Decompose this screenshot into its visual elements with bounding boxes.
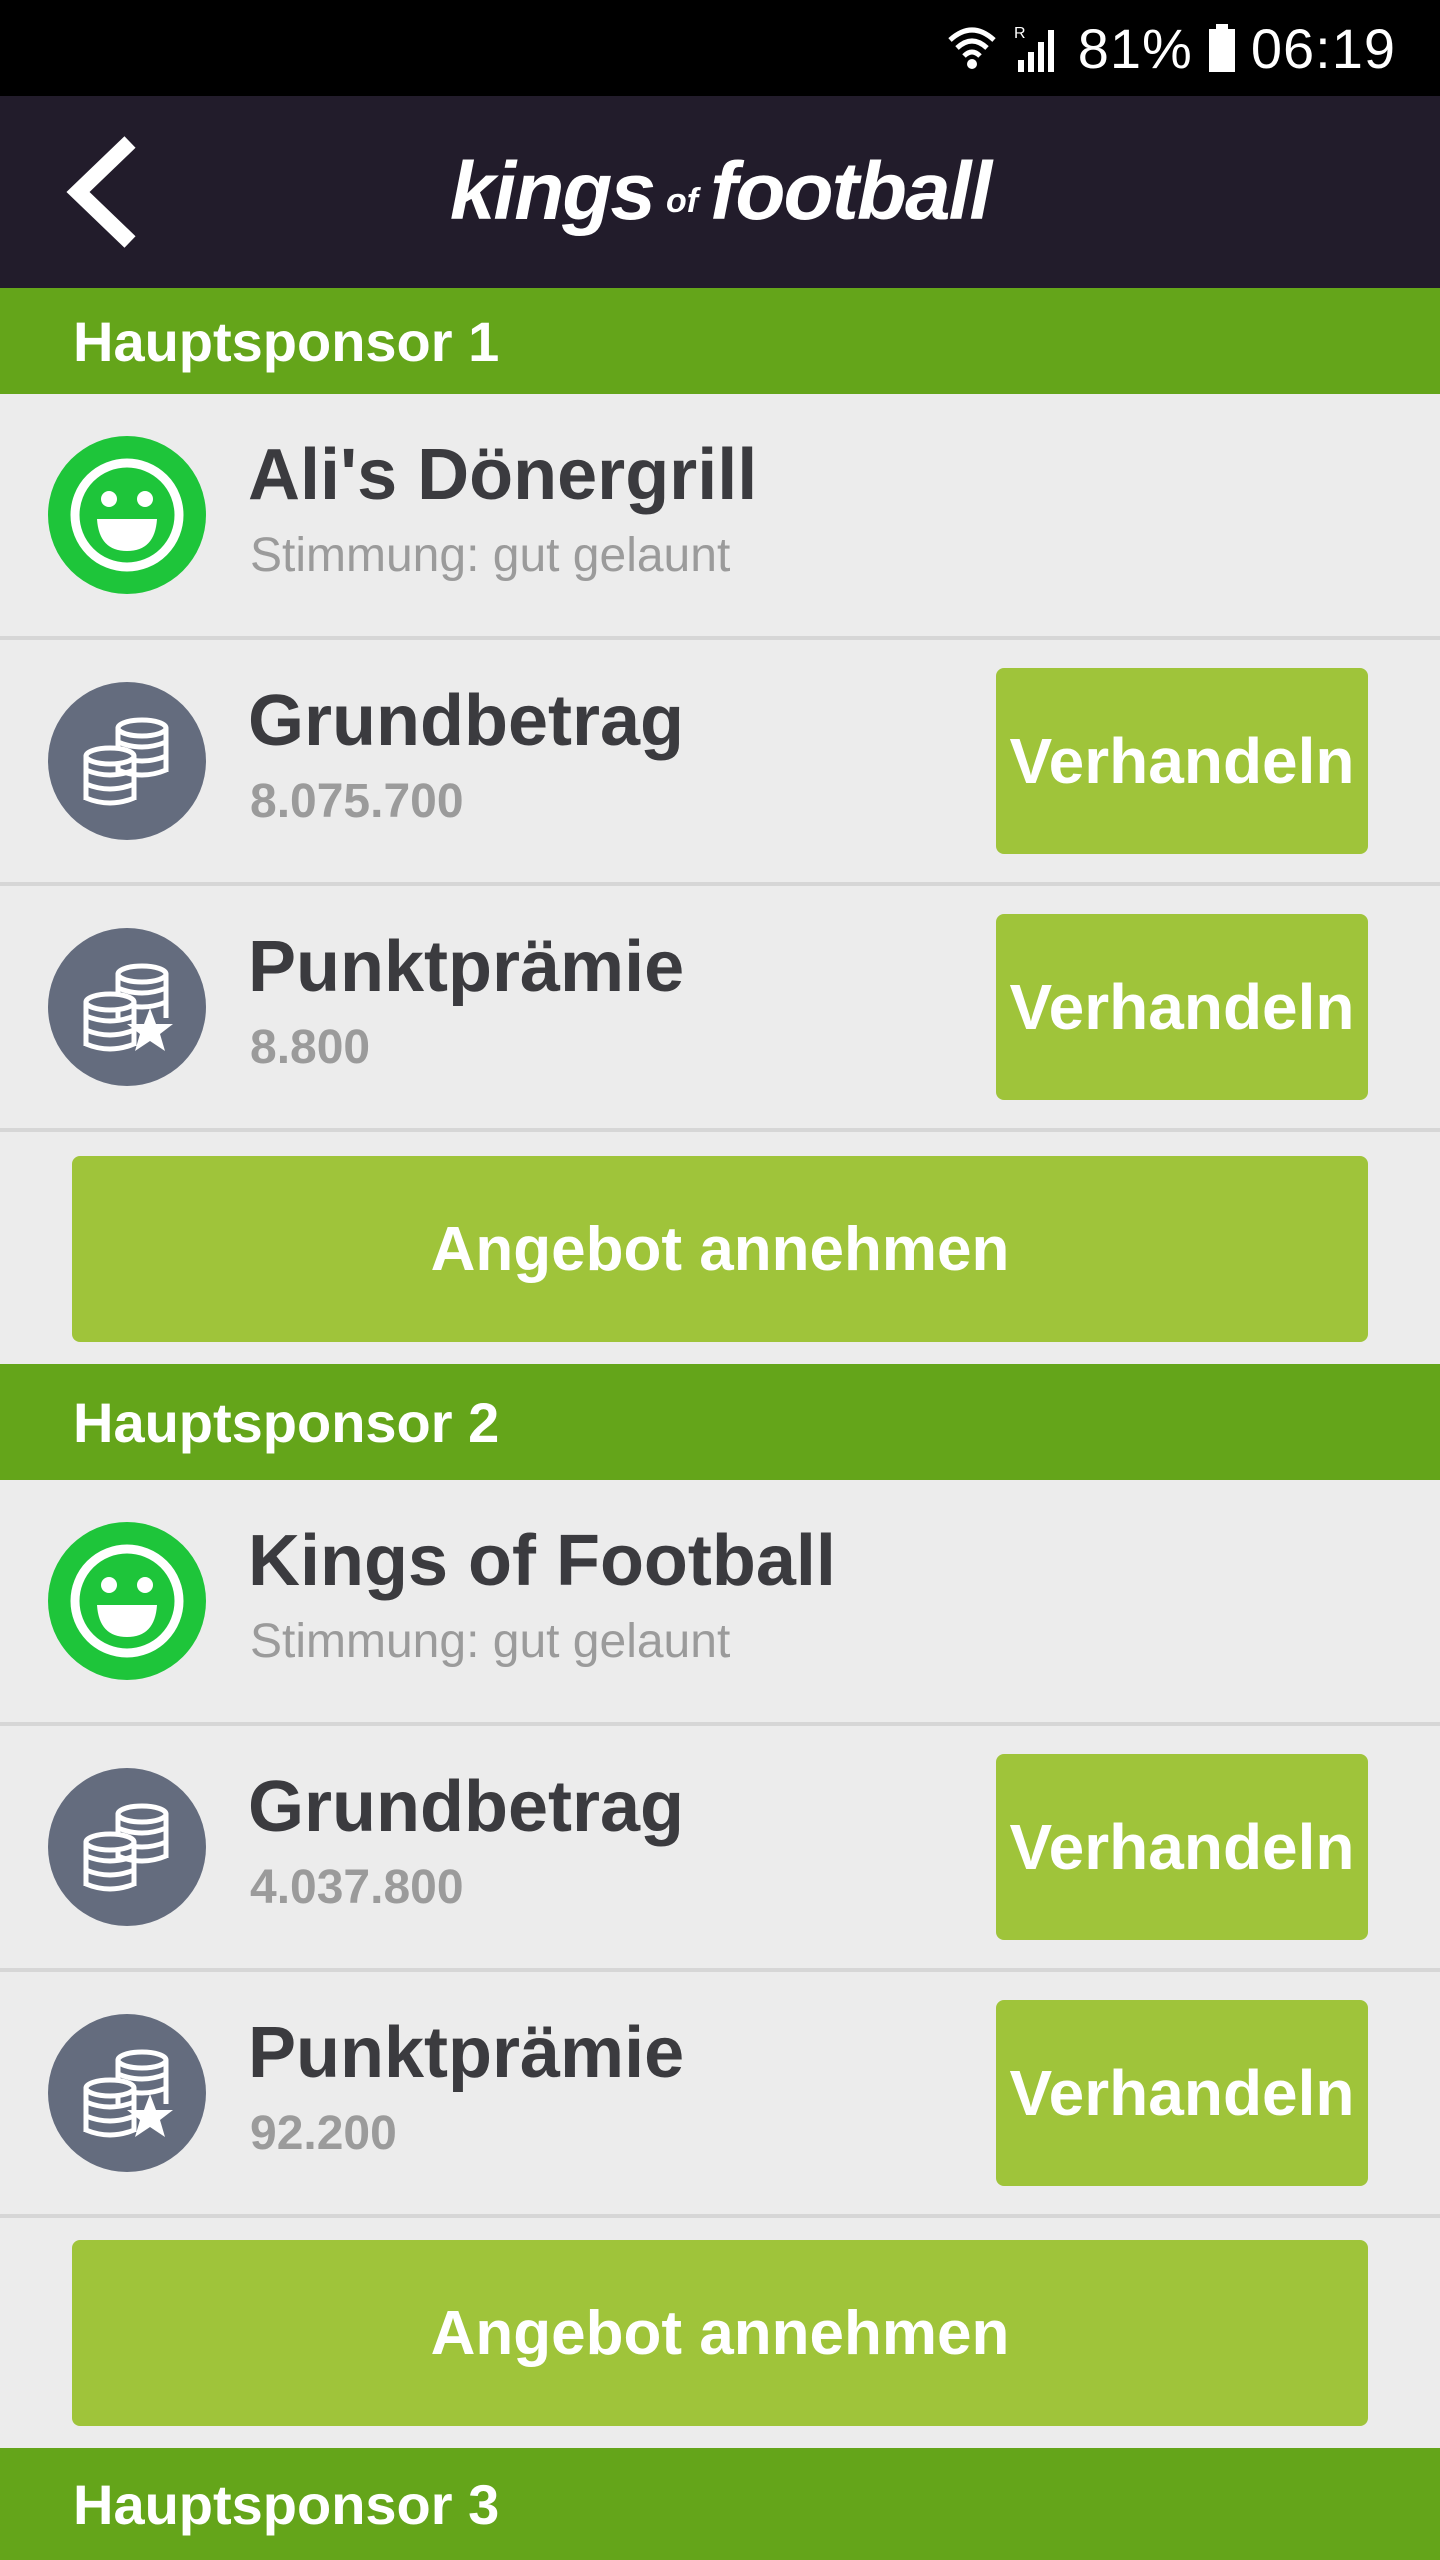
sponsor-mood: Stimmung: gut gelaunt bbox=[250, 529, 731, 582]
battery-percent: 81% bbox=[1077, 16, 1193, 80]
logo-word-of: of bbox=[666, 181, 699, 220]
happy-face-icon bbox=[48, 436, 206, 594]
base-amount-row: Grundbetrag 4.037.800 Verhandeln bbox=[0, 1726, 1440, 1972]
logo-word-football: football bbox=[710, 146, 992, 237]
point-bonus-value: 8.800 bbox=[250, 1021, 371, 1074]
section-header-sponsor-1: Hauptsponsor 1 bbox=[0, 288, 1440, 394]
section-header-sponsor-2: Hauptsponsor 2 bbox=[0, 1364, 1440, 1480]
battery-icon bbox=[1207, 22, 1237, 74]
coins-star-icon bbox=[48, 2014, 206, 2172]
sponsor-info-row: Kings of Football Stimmung: gut gelaunt bbox=[0, 1480, 1440, 1726]
base-amount-label: Grundbetrag bbox=[248, 1767, 685, 1847]
section-header-sponsor-3: Hauptsponsor 3 bbox=[0, 2448, 1440, 2560]
point-bonus-row: Punktprämie 8.800 Verhandeln bbox=[0, 886, 1440, 1132]
sponsor-name: Ali's Dönergrill bbox=[248, 435, 758, 515]
wifi-icon bbox=[946, 22, 998, 74]
point-bonus-row: Punktprämie 92.200 Verhandeln bbox=[0, 1972, 1440, 2218]
section-title: Hauptsponsor 2 bbox=[73, 1390, 500, 1454]
happy-face-icon bbox=[48, 1522, 206, 1680]
sponsor-mood: Stimmung: gut gelaunt bbox=[250, 1615, 731, 1668]
coins-icon bbox=[48, 682, 206, 840]
base-amount-value: 4.037.800 bbox=[250, 1861, 464, 1914]
base-amount-row: Grundbetrag 8.075.700 Verhandeln bbox=[0, 640, 1440, 886]
point-bonus-label: Punktprämie bbox=[248, 2013, 685, 2093]
negotiate-bonus-button[interactable]: Verhandeln bbox=[996, 2000, 1368, 2186]
base-amount-label: Grundbetrag bbox=[248, 681, 685, 761]
base-amount-value: 8.075.700 bbox=[250, 775, 464, 828]
status-indicators: R 81% 06:19 bbox=[946, 0, 1396, 96]
clock: 06:19 bbox=[1250, 16, 1396, 80]
point-bonus-value: 92.200 bbox=[250, 2107, 397, 2160]
coins-star-icon bbox=[48, 928, 206, 1086]
app-bar: kings of football bbox=[0, 96, 1440, 288]
section-title: Hauptsponsor 1 bbox=[73, 309, 500, 373]
logo-word-kings: kings bbox=[449, 146, 656, 237]
app-logo: kings of football bbox=[0, 96, 1440, 288]
sponsor-info-row: Ali's Dönergrill Stimmung: gut gelaunt bbox=[0, 394, 1440, 640]
accept-offer-button[interactable]: Angebot annehmen bbox=[72, 1156, 1368, 1342]
negotiate-base-button[interactable]: Verhandeln bbox=[996, 1754, 1368, 1940]
point-bonus-label: Punktprämie bbox=[248, 927, 685, 1007]
cell-signal-icon: R bbox=[1012, 22, 1064, 74]
svg-text:R: R bbox=[1014, 25, 1027, 42]
section-title: Hauptsponsor 3 bbox=[73, 2472, 500, 2536]
accept-offer-button[interactable]: Angebot annehmen bbox=[72, 2240, 1368, 2426]
negotiate-base-button[interactable]: Verhandeln bbox=[996, 668, 1368, 854]
negotiate-bonus-button[interactable]: Verhandeln bbox=[996, 914, 1368, 1100]
status-bar: R 81% 06:19 bbox=[0, 0, 1440, 96]
coins-icon bbox=[48, 1768, 206, 1926]
sponsor-name: Kings of Football bbox=[248, 1521, 836, 1601]
